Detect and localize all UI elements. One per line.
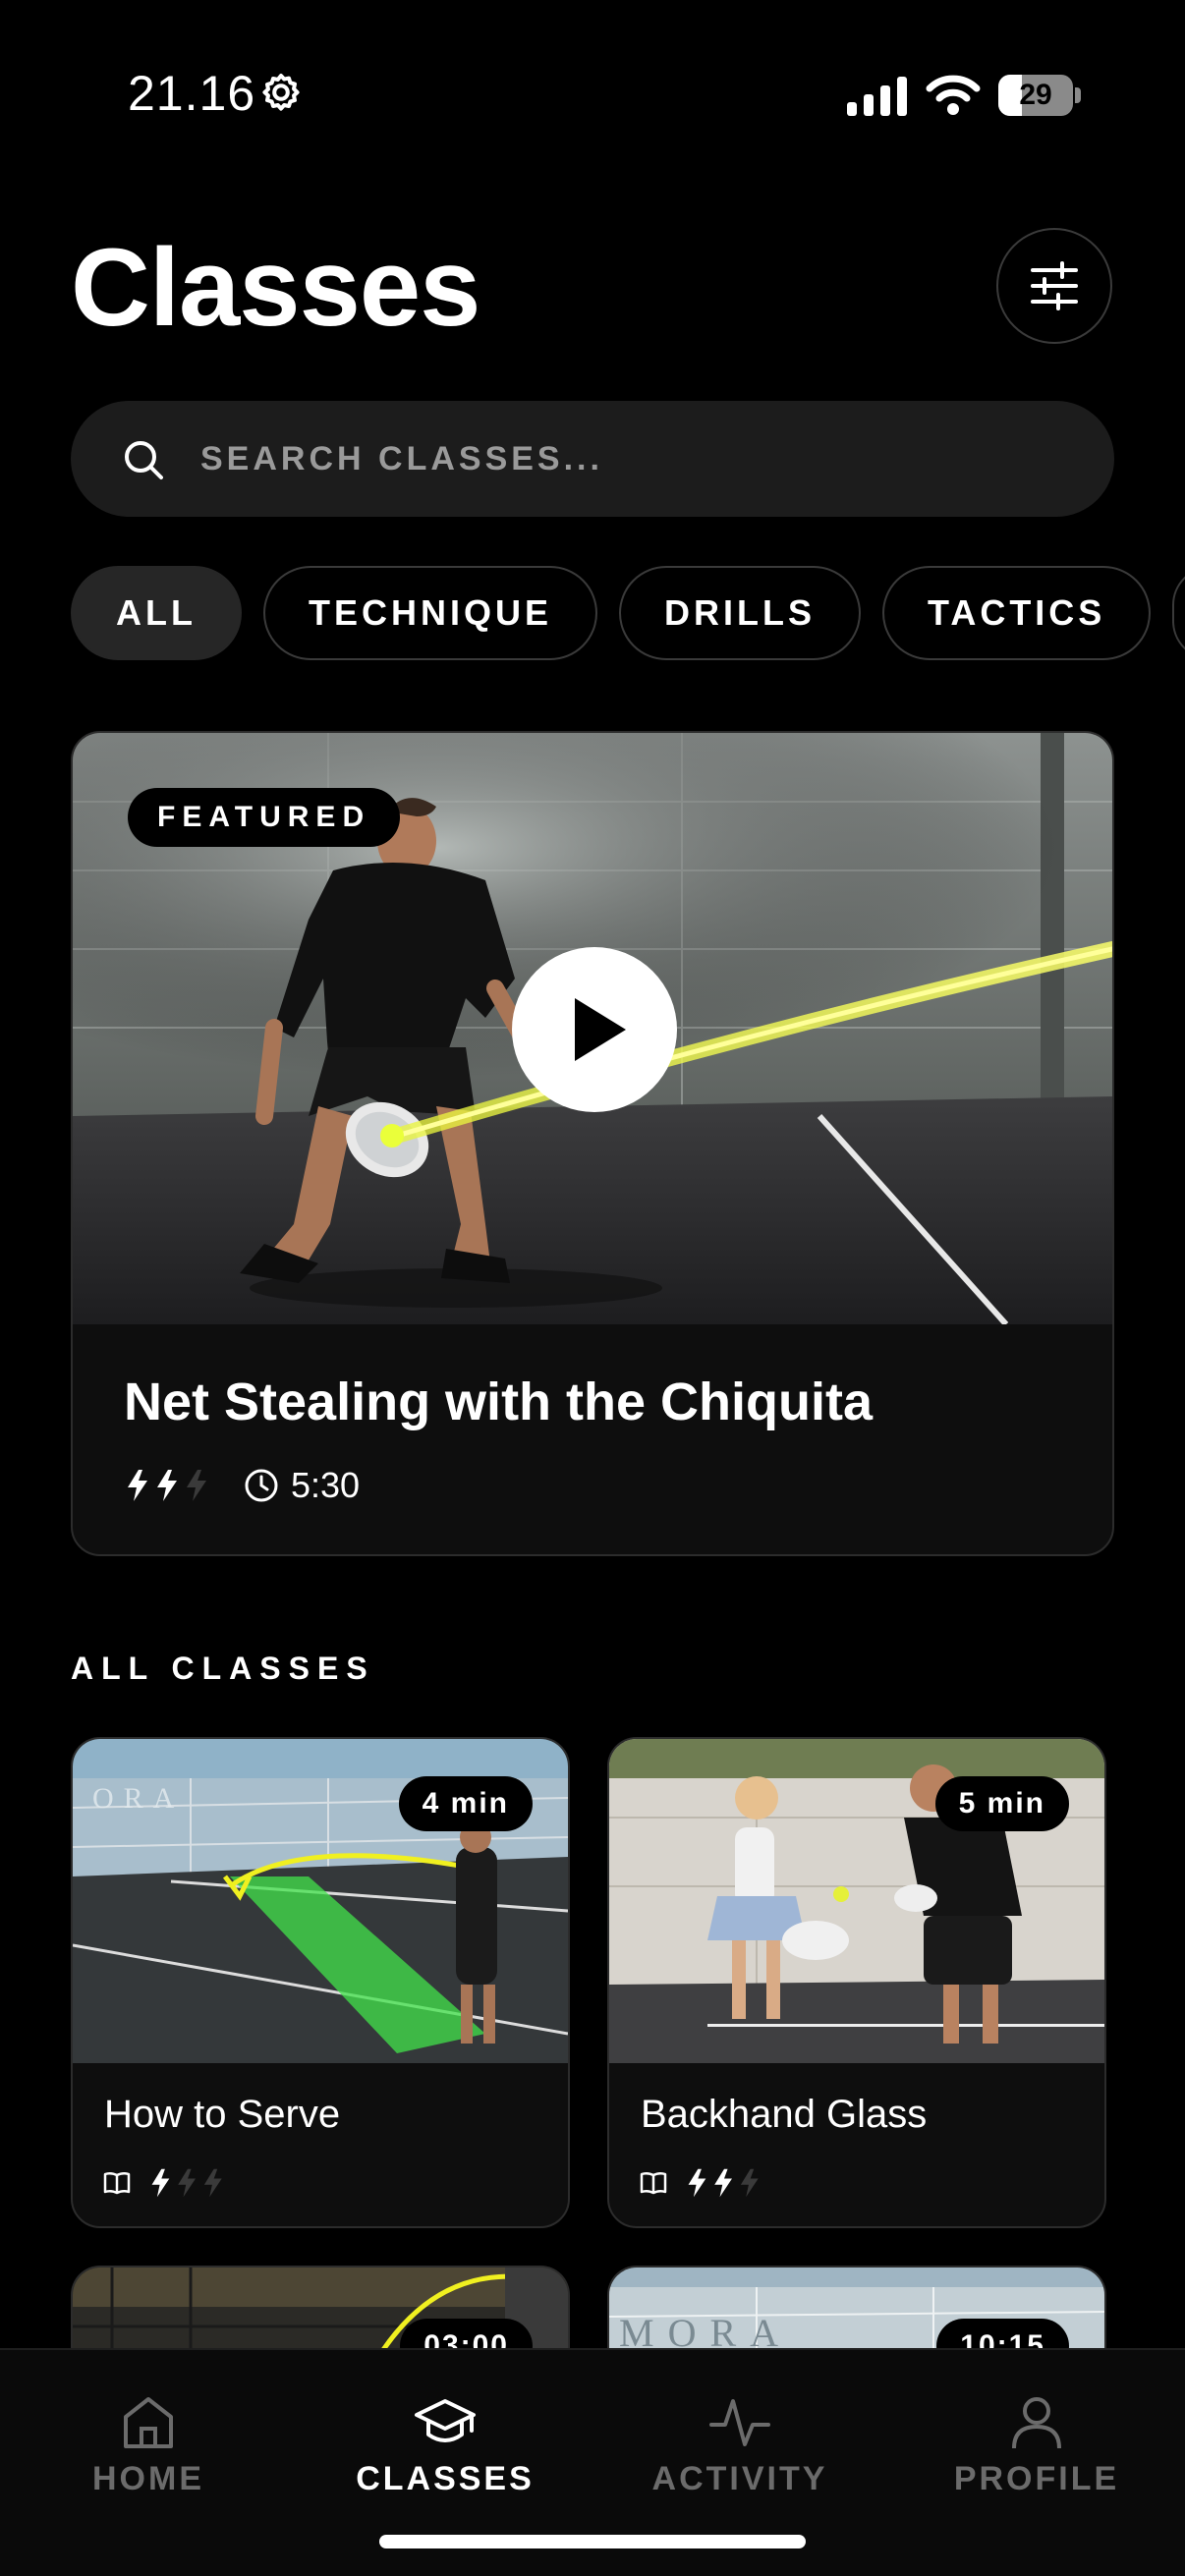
featured-title: Net Stealing with the Chiquita [124, 1372, 874, 1431]
tab-label: HOME [92, 2460, 204, 2497]
section-heading: ALL CLASSES [71, 1651, 375, 1686]
duration-badge: 5 min [934, 1776, 1069, 1831]
gear-icon [262, 74, 300, 111]
featured-meta: 5:30 [124, 1460, 360, 1511]
book-icon [103, 2171, 131, 2195]
wifi-icon [926, 75, 981, 115]
chip-technique[interactable]: TECHNIQUE [262, 566, 597, 660]
class-meta [102, 2163, 232, 2203]
search-bar[interactable]: SEARCH CLASSES... [71, 401, 1114, 517]
featured-class-card[interactable]: FEATURED Net Stealing with the Chiquita … [71, 731, 1114, 1556]
tab-classes[interactable]: CLASSES [297, 2350, 593, 2527]
tab-profile[interactable]: PROFILE [888, 2350, 1185, 2527]
chip-more[interactable] [1172, 566, 1185, 660]
svg-text:ORA: ORA [92, 1782, 184, 1815]
tab-home[interactable]: HOME [0, 2350, 297, 2527]
book-icon [640, 2171, 667, 2195]
featured-badge: FEATURED [128, 788, 401, 847]
intensity-bolt-icon [128, 1470, 206, 1501]
activity-icon [709, 2399, 770, 2446]
class-meta [639, 2163, 768, 2203]
intensity-bolt-icon [151, 2168, 222, 2198]
chip-tactics[interactable]: TACTICS [882, 566, 1152, 660]
tab-label: ACTIVITY [651, 2460, 828, 2497]
graduation-cap-icon [415, 2399, 476, 2442]
search-input[interactable]: SEARCH CLASSES... [200, 401, 603, 517]
filter-button[interactable] [996, 228, 1112, 344]
intensity-bolt-icon [688, 2168, 759, 2198]
class-title: Backhand Glass [641, 2093, 928, 2136]
tab-activity[interactable]: ACTIVITY [592, 2350, 888, 2527]
search-icon [125, 441, 163, 479]
page-title: Classes [71, 226, 480, 349]
status-time: 21.16 [128, 66, 256, 121]
class-card[interactable]: ORA 4 min How to Serve [71, 1737, 570, 2228]
cellular-signal-icon [847, 77, 907, 116]
duration-badge: 4 min [398, 1776, 533, 1831]
user-icon [1012, 2397, 1061, 2449]
tab-label: PROFILE [953, 2460, 1120, 2497]
tab-label: CLASSES [356, 2460, 535, 2497]
battery-indicator: 29 [998, 75, 1081, 116]
home-indicator [379, 2535, 806, 2548]
status-bar: 21.16 29 [0, 0, 1185, 196]
featured-duration: 5:30 [291, 1465, 361, 1505]
play-icon [575, 998, 626, 1061]
chip-all[interactable]: ALL [71, 566, 242, 660]
play-button[interactable] [512, 947, 677, 1112]
home-icon [124, 2397, 173, 2448]
class-card[interactable]: 5 min Backhand Glass [607, 1737, 1106, 2228]
battery-percent: 29 [1019, 79, 1052, 111]
sliders-icon [1031, 261, 1078, 310]
chip-drills[interactable]: DRILLS [619, 566, 861, 660]
clock-icon [245, 1469, 278, 1502]
class-title: How to Serve [104, 2093, 341, 2136]
category-filter-row: ALL TECHNIQUE DRILLS TACTICS [71, 566, 1185, 660]
